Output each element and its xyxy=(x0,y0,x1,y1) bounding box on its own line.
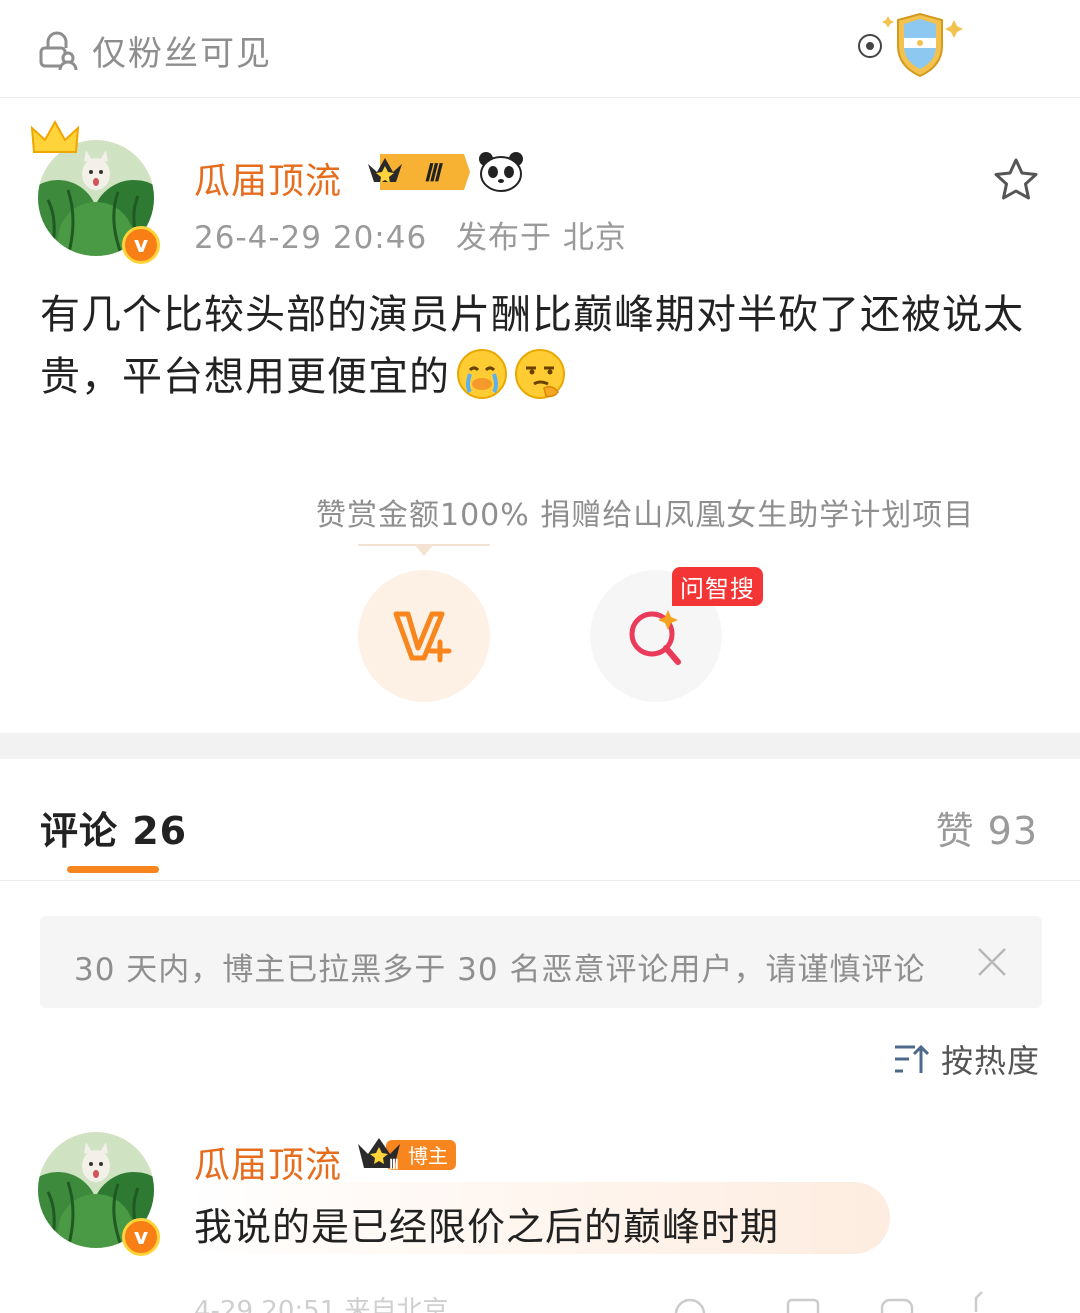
blocklist-notice: 30 天内，博主已拉黑多于 30 名恶意评论用户，请谨慎评论 xyxy=(40,916,1042,1008)
notice-text: 30 天内，博主已拉黑多于 30 名恶意评论用户，请谨慎评论 xyxy=(74,952,926,988)
reward-pointer xyxy=(358,544,490,556)
verified-badge: v xyxy=(122,1218,160,1256)
post-author-name[interactable]: 瓜届顶流 xyxy=(194,152,342,204)
lock-person-icon xyxy=(39,31,78,70)
post-timestamp: 26-4-29 20:46 xyxy=(194,220,428,256)
post-location: 发布于 北京 xyxy=(456,220,627,256)
comment-text: 我说的是已经限价之后的巅峰时期 xyxy=(194,1205,780,1249)
reward-donation-text: 赞赏金额100% 捐赠给山凤凰女生助学计划项目 xyxy=(316,498,975,533)
comment-meta: 4-29 20:51 来自北京 xyxy=(194,1296,449,1313)
sort-icon xyxy=(894,1044,929,1073)
comment-avatar[interactable]: v xyxy=(38,1132,160,1256)
ai-search-icon xyxy=(629,610,681,665)
reward-button[interactable] xyxy=(358,570,490,702)
top-bar: 仅粉丝可见 xyxy=(0,0,1080,98)
visibility-indicator: 仅粉丝可见 xyxy=(36,26,272,75)
badge-rank-text: Ⅲ xyxy=(389,1158,399,1173)
post-meta: 26-4-29 20:46 发布于 北京 xyxy=(194,212,627,257)
sort-label: 按热度 xyxy=(940,1042,1040,1080)
reward-v-plus-icon xyxy=(393,611,452,663)
close-icon[interactable] xyxy=(976,946,1008,978)
tab-likes[interactable]: 赞 93 xyxy=(936,800,1038,855)
favorite-star-icon[interactable] xyxy=(992,156,1040,204)
comment-author-name[interactable]: 瓜届顶流 xyxy=(194,1136,342,1188)
crown-icon xyxy=(30,119,80,153)
post-content: 有几个比较头部的演员片酬比巅峰期对半砍了还被说太贵，平台想用更便宜的 xyxy=(40,284,1040,408)
thinking-emoji-icon xyxy=(515,349,565,399)
crying-emoji-icon xyxy=(457,349,507,399)
rank-crown-badge[interactable]: Ⅲ xyxy=(366,152,472,192)
comment-action-icons[interactable] xyxy=(670,1290,1050,1313)
panda-icon xyxy=(479,152,523,192)
verified-badge: v xyxy=(122,226,160,264)
visibility-label: 仅粉丝可见 xyxy=(92,34,272,74)
tabs-divider xyxy=(0,880,1080,881)
sort-button[interactable]: 按热度 xyxy=(893,1036,1040,1082)
comment-footer: 4-29 20:51 来自北京 xyxy=(0,1290,1080,1313)
tab-comments[interactable]: 评论 26 xyxy=(40,800,187,855)
author-avatar[interactable]: v xyxy=(30,119,160,264)
ask-ai-tag[interactable]: 问智搜 xyxy=(672,567,763,606)
section-separator xyxy=(0,733,1080,759)
author-role-badge: Ⅲ 博主 xyxy=(358,1138,456,1173)
active-tab-indicator xyxy=(67,866,159,873)
badge-role-text: 博主 xyxy=(408,1144,448,1168)
fan-badge-icon[interactable] xyxy=(852,10,972,80)
